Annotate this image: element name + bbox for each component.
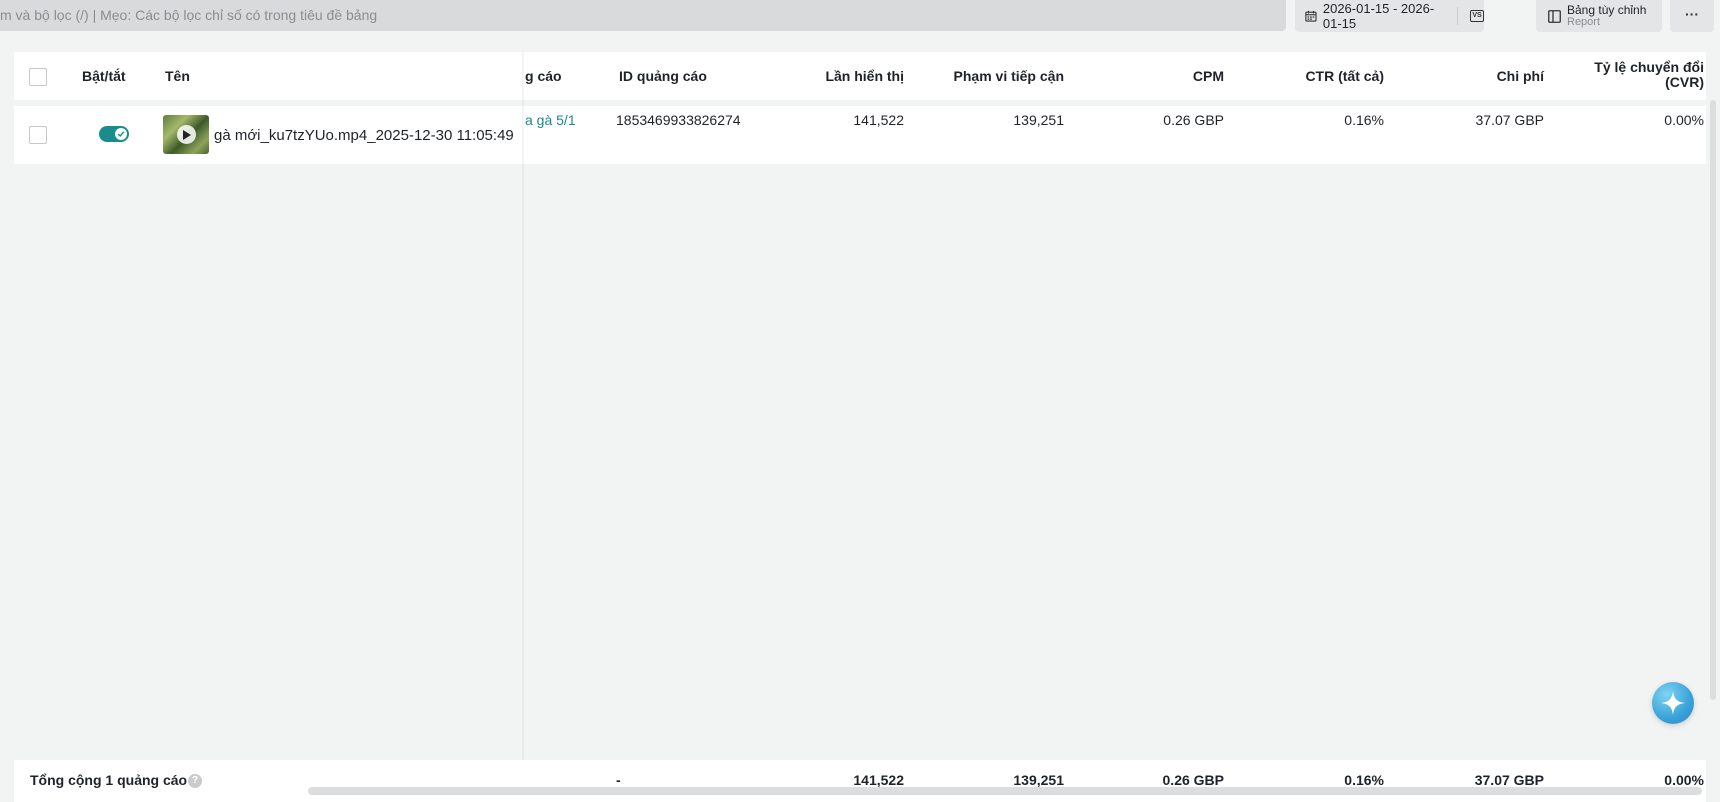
header-reach[interactable]: Phạm vi tiếp cận (914, 68, 1064, 84)
calendar-icon (1305, 10, 1317, 22)
table-footer-totals: Tổng cộng 1 quảng cáo ? - 141,522 139,25… (14, 760, 1706, 802)
ad-name[interactable]: gà mới_ku7tzYUo.mp4_2025-12-30 11:05:49 (214, 127, 514, 144)
ai-assistant-button[interactable] (1652, 682, 1694, 724)
cvr-value: 0.00% (1664, 112, 1704, 128)
header-cvr-line2: (CVR) (1665, 74, 1704, 90)
play-icon (177, 125, 196, 144)
custom-table-label: Bảng tùy chỉnh (1567, 3, 1647, 17)
search-placeholder: m và bộ lọc (/) | Mẹo: Các bộ lọc chỉ số… (0, 7, 378, 23)
columns-icon (1548, 9, 1561, 23)
header-cost[interactable]: Chi phí (1434, 68, 1544, 84)
horizontal-scrollbar[interactable] (308, 787, 1702, 795)
search-filter-input[interactable]: m và bộ lọc (/) | Mẹo: Các bộ lọc chỉ số… (0, 0, 1286, 31)
header-cvr[interactable]: Tỷ lệ chuyển đổi (CVR) (1554, 60, 1704, 90)
header-impressions[interactable]: Lần hiển thị (794, 68, 904, 84)
total-reach: 139,251 (1013, 772, 1064, 788)
compare-icon[interactable]: VS (1470, 10, 1484, 22)
help-icon[interactable]: ? (188, 774, 202, 788)
header-ad-id[interactable]: ID quảng cáo (619, 68, 707, 84)
fixed-column-divider (522, 52, 525, 787)
header-name[interactable]: Tên (165, 68, 190, 84)
impressions-value: 141,522 (853, 112, 904, 128)
more-icon: ··· (1685, 6, 1699, 22)
header-toggle[interactable]: Bật/tắt (82, 68, 126, 84)
cpm-value: 0.26 GBP (1163, 112, 1224, 128)
sparkle-icon (1661, 691, 1685, 715)
ad-toggle-switch[interactable] (99, 126, 129, 142)
ad-group-link[interactable]: a gà 5/1 (525, 112, 587, 128)
reach-value: 139,251 (1013, 112, 1064, 128)
total-label: Tổng cộng 1 quảng cáo (30, 772, 188, 788)
date-range-picker[interactable]: 2026-01-15 - 2026-01-15 VS (1295, 0, 1484, 32)
custom-table-button[interactable]: Bảng tùy chỉnh Report (1536, 0, 1662, 32)
row-checkbox[interactable] (29, 126, 47, 144)
cost-value: 37.07 GBP (1475, 112, 1545, 128)
total-cvr: 0.00% (1664, 772, 1704, 788)
total-cost: 37.07 GBP (1474, 772, 1544, 788)
header-ctr[interactable]: CTR (tất cả) (1244, 68, 1384, 84)
header-ad-group[interactable]: g cáo (525, 68, 587, 84)
table-row[interactable]: gà mới_ku7tzYUo.mp4_2025-12-30 11:05:49 … (14, 106, 1706, 164)
total-ctr: 0.16% (1344, 772, 1384, 788)
total-cpm: 0.26 GBP (1162, 772, 1224, 788)
divider (1457, 7, 1459, 25)
check-icon (117, 131, 125, 138)
ctr-value: 0.16% (1344, 112, 1384, 128)
header-cpm[interactable]: CPM (1114, 68, 1224, 84)
vertical-scrollbar[interactable] (1710, 100, 1716, 700)
total-impressions: 141,522 (853, 772, 904, 788)
more-options-button[interactable]: ··· (1670, 0, 1714, 32)
date-range-label: 2026-01-15 - 2026-01-15 (1322, 1, 1435, 31)
custom-table-sublabel: Report (1567, 16, 1601, 28)
select-all-checkbox[interactable] (29, 68, 47, 86)
ad-id: 1853469933826274 (616, 112, 741, 128)
header-cvr-line1: Tỷ lệ chuyển đổi (1594, 59, 1704, 75)
total-ad-id: - (616, 772, 621, 788)
table-header: Bật/tắt Tên g cáo ID quảng cáo Lần hiển … (14, 52, 1706, 100)
video-thumbnail[interactable] (163, 115, 209, 154)
